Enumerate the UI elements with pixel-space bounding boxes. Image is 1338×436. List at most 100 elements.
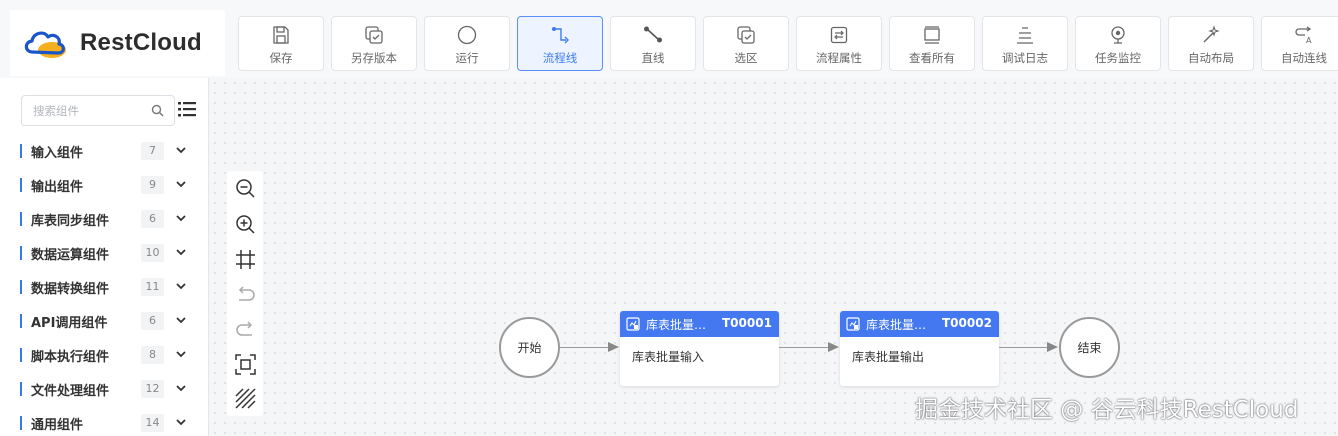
- auto-layout-button[interactable]: 自动布局: [1168, 16, 1254, 71]
- restcloud-logo-icon: [24, 31, 66, 58]
- search-icon[interactable]: [151, 104, 164, 117]
- group-name: 通用组件: [31, 418, 84, 433]
- group-marker: [20, 246, 22, 260]
- edge-start-to-task1[interactable]: [560, 347, 610, 348]
- group-count: 6: [141, 312, 164, 330]
- task-monitor-label: 任务监控: [1095, 51, 1141, 65]
- fit-view-button[interactable]: [234, 248, 256, 270]
- flow-line-label: 流程线: [542, 51, 578, 65]
- group-name: 文件处理组件: [31, 384, 110, 399]
- chevron-down-icon[interactable]: [175, 179, 187, 189]
- undo-button[interactable]: [234, 284, 256, 306]
- watermark: 掘金技术社区 @ 谷云科技RestCloud: [915, 397, 1299, 423]
- select-area-button[interactable]: 选区: [703, 16, 789, 71]
- auto-layout-label: 自动布局: [1188, 51, 1234, 65]
- group-input[interactable]: 输入组件 7: [0, 135, 209, 167]
- group-output[interactable]: 输出组件 9: [0, 169, 209, 201]
- group-file-process[interactable]: 文件处理组件 12: [0, 373, 209, 405]
- group-marker: [20, 144, 22, 158]
- app-logo: RestCloud: [10, 10, 225, 76]
- debug-log-label: 调试日志: [1002, 51, 1048, 65]
- brand-name: RestCloud: [80, 29, 202, 56]
- group-count: 12: [141, 380, 164, 398]
- chevron-down-icon[interactable]: [175, 383, 187, 393]
- end-node[interactable]: 结束: [1059, 317, 1120, 378]
- group-name: 输入组件: [31, 146, 84, 161]
- group-marker: [20, 348, 22, 362]
- task-description: 库表批量输入: [632, 350, 705, 364]
- task-node-1[interactable]: 库表批量… T00001 库表批量输入: [620, 311, 779, 386]
- flow-properties-button[interactable]: 流程属性: [796, 16, 882, 71]
- task-header: 库表批量… T00001: [620, 311, 779, 337]
- flow-line-button[interactable]: 流程线: [517, 16, 603, 71]
- zoom-out-button[interactable]: [234, 177, 256, 199]
- group-script-exec[interactable]: 脚本执行组件 8: [0, 339, 209, 371]
- grid-toggle-button[interactable]: [234, 387, 256, 409]
- task-id: T00001: [722, 316, 772, 330]
- chevron-down-icon[interactable]: [175, 315, 187, 325]
- chevron-down-icon[interactable]: [175, 417, 187, 427]
- view-all-button[interactable]: 查看所有: [889, 16, 975, 71]
- group-name: 库表同步组件: [31, 214, 110, 229]
- zoom-out-icon: [235, 178, 255, 198]
- component-sidebar: 输入组件 7 输出组件 9 库表同步组件 6 数据运算组件 10 数据转换组件 …: [0, 78, 209, 436]
- redo-icon: [235, 320, 252, 336]
- debug-log-button[interactable]: 调试日志: [982, 16, 1068, 71]
- chevron-down-icon[interactable]: [175, 213, 187, 223]
- list-view-icon[interactable]: [178, 100, 196, 118]
- group-count: 11: [141, 278, 164, 296]
- straight-line-label: 直线: [641, 51, 665, 65]
- component-search: [21, 95, 175, 126]
- zoom-in-button[interactable]: [234, 213, 256, 235]
- run-label: 运行: [455, 51, 479, 65]
- save-icon: [270, 24, 292, 46]
- group-count: 14: [141, 414, 164, 432]
- auto-layout-icon: [1200, 24, 1222, 46]
- redo-button[interactable]: [234, 319, 256, 341]
- group-marker: [20, 212, 22, 226]
- task-monitor-button[interactable]: 任务监控: [1075, 16, 1161, 71]
- group-data-compute[interactable]: 数据运算组件 10: [0, 237, 209, 269]
- flow-properties-icon: [828, 24, 850, 46]
- chevron-down-icon[interactable]: [175, 281, 187, 291]
- straight-line-button[interactable]: 直线: [610, 16, 696, 71]
- group-marker: [20, 382, 22, 396]
- run-button[interactable]: 运行: [424, 16, 510, 71]
- group-count: 6: [141, 210, 164, 228]
- group-count: 9: [141, 176, 164, 194]
- search-input[interactable]: [22, 96, 140, 125]
- auto-connect-button[interactable]: A 自动连线: [1261, 16, 1338, 71]
- edge-task1-to-task2[interactable]: [779, 347, 830, 348]
- actual-size-button[interactable]: [234, 353, 256, 375]
- select-area-label: 选区: [734, 51, 758, 65]
- group-marker: [20, 314, 22, 328]
- group-count: 7: [141, 142, 164, 160]
- group-api-call[interactable]: API调用组件 6: [0, 305, 209, 337]
- chevron-down-icon[interactable]: [175, 145, 187, 155]
- group-marker: [20, 416, 22, 430]
- group-name: 输出组件: [31, 180, 84, 195]
- auto-connect-label: 自动连线: [1281, 51, 1327, 65]
- save-version-label: 另存版本: [351, 51, 397, 65]
- group-marker: [20, 178, 22, 192]
- arrow-head-icon: [1047, 342, 1058, 352]
- start-node[interactable]: 开始: [499, 317, 560, 378]
- group-name: API调用组件: [31, 316, 108, 331]
- edge-task2-to-end[interactable]: [999, 347, 1049, 348]
- save-button[interactable]: 保存: [238, 16, 324, 71]
- task-title: 库表批量…: [646, 318, 707, 332]
- svg-text:A: A: [1306, 36, 1312, 45]
- chevron-down-icon[interactable]: [175, 247, 187, 257]
- group-common[interactable]: 通用组件 14: [0, 407, 209, 436]
- group-table-sync[interactable]: 库表同步组件 6: [0, 203, 209, 235]
- chevron-down-icon[interactable]: [175, 349, 187, 359]
- save-version-button[interactable]: 另存版本: [331, 16, 417, 71]
- task-node-2[interactable]: 库表批量… T00002 库表批量输出: [840, 311, 999, 386]
- group-count: 10: [141, 244, 164, 262]
- fit-view-icon: [235, 249, 255, 269]
- group-data-transform[interactable]: 数据转换组件 11: [0, 271, 209, 303]
- task-monitor-icon: [1107, 24, 1129, 46]
- save-label: 保存: [269, 51, 293, 65]
- group-count: 8: [141, 346, 164, 364]
- undo-icon: [238, 285, 255, 301]
